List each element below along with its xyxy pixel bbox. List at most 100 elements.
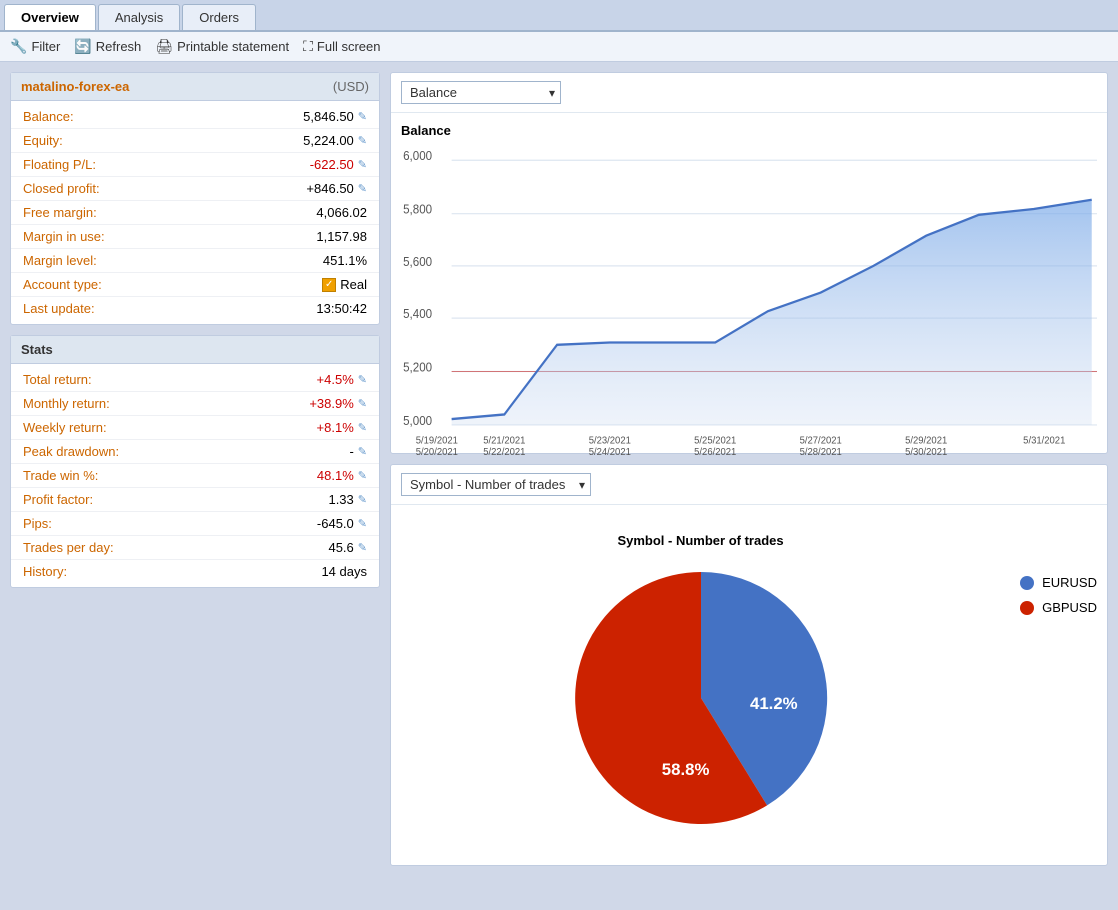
stats-edit-icon-4[interactable]: ✎ — [358, 469, 367, 482]
pie-dropdown[interactable]: Symbol - Number of trades — [401, 473, 591, 496]
pie-dropdown-wrapper[interactable]: Symbol - Number of trades — [401, 473, 591, 496]
stats-row-4: Trade win %:48.1%✎ — [11, 464, 379, 488]
print-button[interactable]: 🖨 Printable statement — [155, 38, 289, 55]
filter-icon: 🔧 — [10, 38, 27, 55]
fullscreen-icon: ⛶ — [303, 38, 313, 55]
account-row-value-8: 13:50:42 — [316, 301, 367, 316]
tab-orders[interactable]: Orders — [182, 4, 256, 30]
stats-card-header: Stats — [11, 336, 379, 364]
legend-gbpusd: GBPUSD — [1020, 600, 1097, 615]
svg-text:5/21/2021: 5/21/2021 — [483, 435, 526, 447]
svg-text:5/30/2021: 5/30/2021 — [905, 447, 948, 459]
svg-text:6,000: 6,000 — [403, 149, 432, 164]
stats-row-label-2: Weekly return: — [23, 420, 107, 435]
filter-button[interactable]: 🔧 Filter — [10, 38, 60, 55]
stats-row-label-1: Monthly return: — [23, 396, 110, 411]
account-row-label-8: Last update: — [23, 301, 95, 316]
account-row-value-6: 451.1% — [323, 253, 367, 268]
eurusd-legend-label: EURUSD — [1042, 575, 1097, 590]
svg-text:5,200: 5,200 — [403, 360, 432, 375]
balance-dropdown[interactable]: Balance — [401, 81, 561, 104]
stats-row-value-2: +8.1% — [317, 420, 354, 435]
stats-edit-icon-1[interactable]: ✎ — [358, 397, 367, 410]
legend-eurusd: EURUSD — [1020, 575, 1097, 590]
stats-row-value-6: -645.0 — [317, 516, 354, 531]
account-row-6: Margin level: 451.1% — [11, 249, 379, 273]
tab-overview[interactable]: Overview — [4, 4, 96, 30]
account-row-8: Last update: 13:50:42 — [11, 297, 379, 320]
pie-chart-svg: 41.2% 58.8% — [561, 558, 841, 838]
gbpusd-label: 58.8% — [661, 760, 709, 779]
stats-row-label-0: Total return: — [23, 372, 92, 387]
account-row-label-4: Free margin: — [23, 205, 97, 220]
account-row-value-1: 5,224.00 — [303, 133, 354, 148]
balance-chart-header: Balance — [391, 73, 1107, 113]
account-row-label-1: Equity: — [23, 133, 63, 148]
account-row-value-7: Real — [340, 277, 367, 292]
svg-text:5,800: 5,800 — [403, 202, 432, 217]
stats-row-value-3: - — [349, 444, 353, 459]
stats-card-body: Total return:+4.5%✎Monthly return:+38.9%… — [11, 364, 379, 587]
pie-chart-card: Symbol - Number of trades Symbol - Numbe… — [390, 464, 1108, 866]
pie-chart-area: Symbol - Number of trades — [391, 505, 1107, 865]
stats-row-2: Weekly return: +8.1% ✎ — [11, 416, 379, 440]
svg-text:5/31/2021: 5/31/2021 — [1023, 435, 1066, 447]
account-row-7: Account type:✓Real — [11, 273, 379, 297]
account-row-2: Floating P/L:-622.50✎ — [11, 153, 379, 177]
account-row-value-5: 1,157.98 — [316, 229, 367, 244]
account-row-label-2: Floating P/L: — [23, 157, 96, 172]
toolbar: 🔧 Filter 🔄 Refresh 🖨 Printable statement… — [0, 32, 1118, 62]
svg-text:5/28/2021: 5/28/2021 — [800, 447, 843, 459]
edit-icon-0[interactable]: ✎ — [358, 110, 367, 123]
stats-row-0: Total return:+4.5%✎ — [11, 368, 379, 392]
gbpusd-legend-dot — [1020, 601, 1034, 615]
account-row-label-0: Balance: — [23, 109, 74, 124]
tabs-bar: Overview Analysis Orders — [0, 0, 1118, 32]
fullscreen-button[interactable]: ⛶ Full screen — [303, 38, 380, 55]
stats-row-label-5: Profit factor: — [23, 492, 93, 507]
stats-row-7: Trades per day:45.6✎ — [11, 536, 379, 560]
stats-row-label-3: Peak drawdown: — [23, 444, 119, 459]
edit-icon-1[interactable]: ✎ — [358, 134, 367, 147]
svg-text:5/23/2021: 5/23/2021 — [589, 435, 632, 447]
account-row-label-6: Margin level: — [23, 253, 97, 268]
stats-edit-icon-2[interactable]: ✎ — [358, 421, 367, 434]
account-row-value-0: 5,846.50 — [303, 109, 354, 124]
account-currency: (USD) — [333, 79, 369, 94]
account-card-body: Balance:5,846.50✎Equity:5,224.00✎Floatin… — [11, 101, 379, 324]
account-row-label-3: Closed profit: — [23, 181, 100, 196]
svg-text:5/20/2021: 5/20/2021 — [416, 447, 459, 459]
svg-text:5,600: 5,600 — [403, 254, 432, 269]
balance-dropdown-wrapper[interactable]: Balance — [401, 81, 561, 104]
stats-row-label-6: Pips: — [23, 516, 52, 531]
right-column: Balance Balance 6,000 5,800 5,600 5,400 … — [390, 72, 1108, 866]
stats-edit-icon-7[interactable]: ✎ — [358, 541, 367, 554]
account-card-header: matalino-forex-ea (USD) — [11, 73, 379, 101]
edit-icon-3[interactable]: ✎ — [358, 182, 367, 195]
stats-row-value-5: 1.33 — [328, 492, 353, 507]
account-row-0: Balance: 5,846.50 ✎ — [11, 105, 379, 129]
stats-edit-icon-5[interactable]: ✎ — [358, 493, 367, 506]
stats-row-5: Profit factor: 1.33 ✎ — [11, 488, 379, 512]
stats-row-label-8: History: — [23, 564, 67, 579]
stats-edit-icon-3[interactable]: ✎ — [358, 445, 367, 458]
account-row-value-4: 4,066.02 — [316, 205, 367, 220]
refresh-label: Refresh — [96, 39, 142, 54]
tab-analysis[interactable]: Analysis — [98, 4, 180, 30]
stats-row-6: Pips: -645.0 ✎ — [11, 512, 379, 536]
balance-chart-card: Balance Balance 6,000 5,800 5,600 5,400 … — [390, 72, 1108, 454]
filter-label: Filter — [31, 39, 60, 54]
account-type-checkbox: ✓ — [322, 278, 336, 292]
account-row-5: Margin in use:1,157.98 — [11, 225, 379, 249]
balance-chart-svg: 6,000 5,800 5,600 5,400 5,200 5,000 — [401, 144, 1097, 469]
svg-text:5/29/2021: 5/29/2021 — [905, 435, 948, 447]
refresh-button[interactable]: 🔄 Refresh — [74, 38, 141, 55]
stats-edit-icon-0[interactable]: ✎ — [358, 373, 367, 386]
svg-text:5,000: 5,000 — [403, 413, 432, 428]
stats-card: Stats Total return:+4.5%✎ Monthly return:… — [10, 335, 380, 588]
account-name: matalino-forex-ea — [21, 79, 129, 94]
account-row-value-3: +846.50 — [306, 181, 353, 196]
stats-edit-icon-6[interactable]: ✎ — [358, 517, 367, 530]
stats-row-value-8: 14 days — [321, 564, 367, 579]
edit-icon-2[interactable]: ✎ — [358, 158, 367, 171]
